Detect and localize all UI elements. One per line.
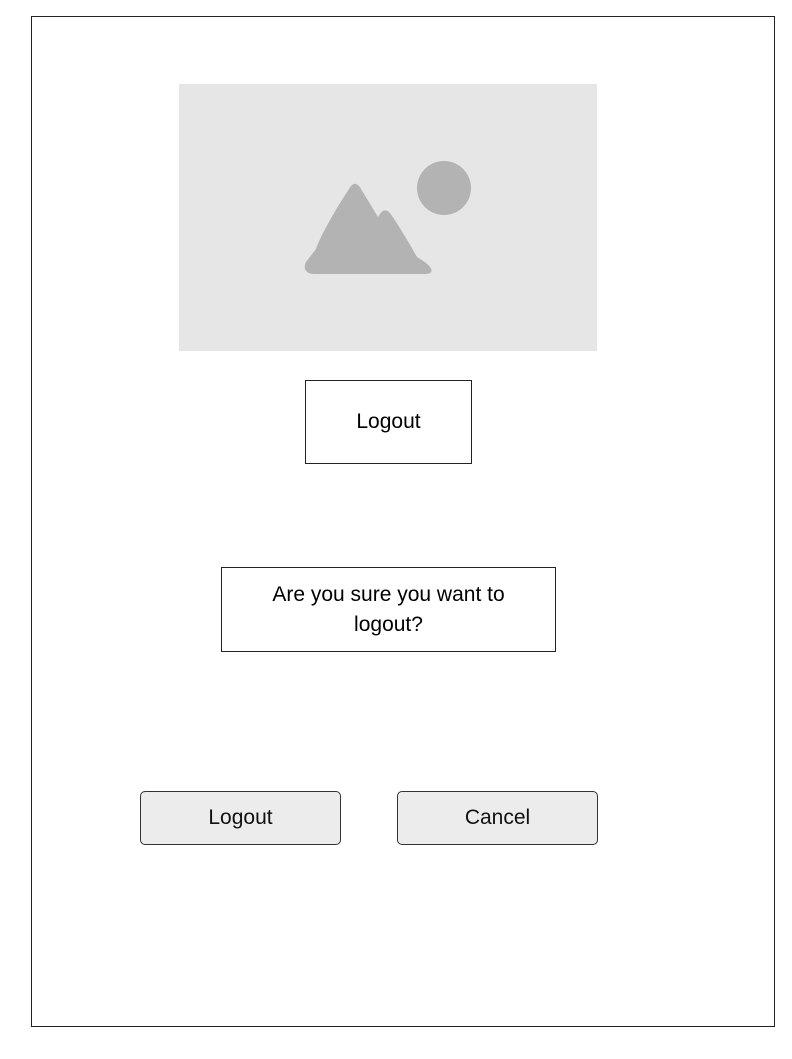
confirmation-message: Are you sure you want to logout? [221,567,556,652]
logout-button[interactable]: Logout [140,791,341,845]
logout-title: Logout [305,380,472,464]
image-placeholder [179,84,597,351]
cancel-button[interactable]: Cancel [397,791,598,845]
image-placeholder-icon [304,161,471,274]
